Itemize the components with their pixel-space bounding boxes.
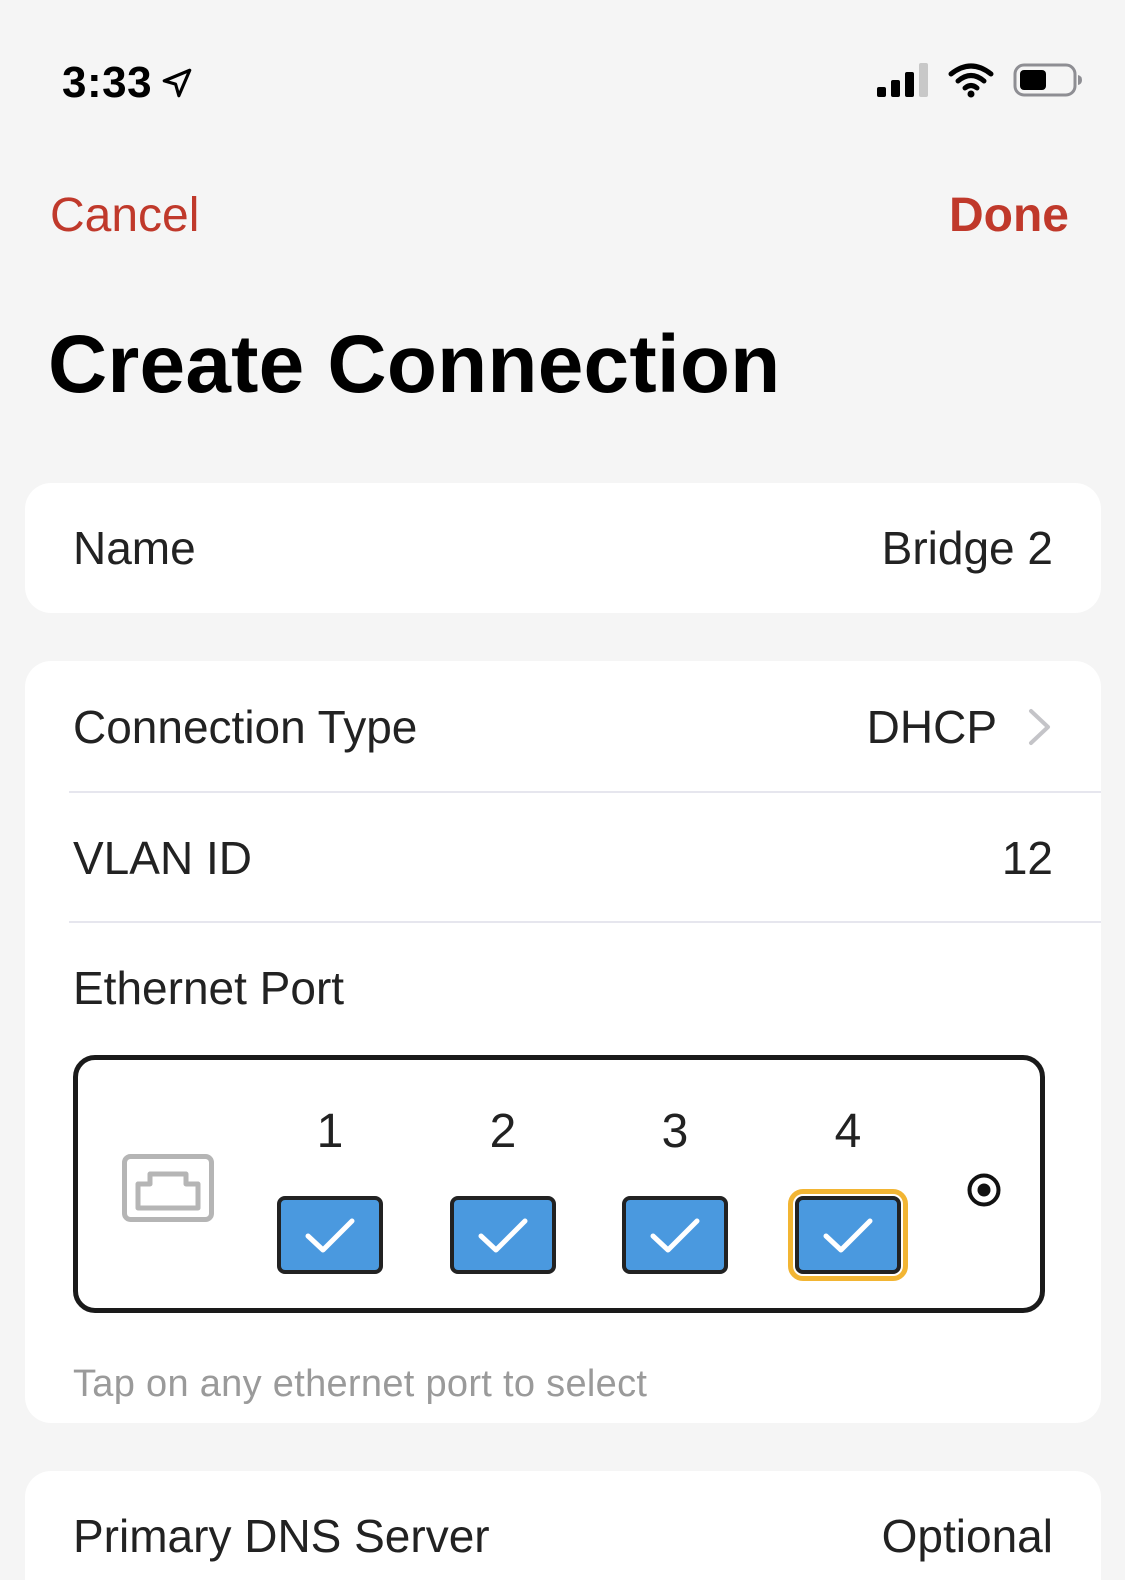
page-title: Create Connection (48, 319, 781, 410)
checkmark-icon (305, 1218, 355, 1253)
battery-icon (1013, 63, 1082, 97)
port-3-checkbox[interactable] (622, 1196, 728, 1274)
ethernet-port-row: Ethernet Port (25, 923, 1101, 1053)
port-4-label: 4 (834, 1105, 862, 1158)
ethernet-port-selector: 1 2 3 4 (73, 1055, 1045, 1313)
location-arrow-icon (162, 68, 192, 98)
connection-type-label: Connection Type (73, 701, 418, 753)
port-1-checkbox[interactable] (277, 1196, 383, 1274)
primary-dns-field[interactable]: Optional (882, 1509, 1053, 1563)
radio-target-icon (967, 1173, 1001, 1207)
name-row[interactable]: Name Bridge 2 (25, 483, 1101, 613)
primary-dns-row[interactable]: Primary DNS Server Optional (25, 1471, 1101, 1580)
connection-type-value: DHCP (866, 701, 997, 753)
vlan-id-value[interactable]: 12 (1002, 831, 1053, 885)
create-connection-screen: 3:33 Cancel Done Create Connection Name … (0, 0, 1125, 1580)
cancel-button[interactable]: Cancel (50, 188, 199, 243)
ethernet-port-hint: Tap on any ethernet port to select (73, 1363, 648, 1405)
status-time: 3:33 (62, 58, 194, 108)
port-4-checkbox[interactable] (788, 1189, 908, 1281)
done-button[interactable]: Done (949, 188, 1069, 243)
connection-type-row[interactable]: Connection Type DHCP (25, 661, 1101, 793)
chevron-right-icon (1029, 709, 1050, 745)
connection-details-card: Connection Type DHCP VLAN ID 12 Ethernet… (25, 661, 1101, 1423)
dns-card: Primary DNS Server Optional (25, 1471, 1101, 1580)
name-label: Name (73, 522, 196, 574)
port-2-label: 2 (489, 1105, 517, 1158)
status-time-text: 3:33 (62, 58, 153, 107)
cellular-signal-icon (877, 63, 928, 97)
port-3-label: 3 (661, 1105, 689, 1158)
port-2-checkbox[interactable] (450, 1196, 556, 1274)
primary-dns-label: Primary DNS Server (73, 1510, 490, 1562)
wifi-icon (948, 63, 994, 98)
vlan-id-label: VLAN ID (73, 832, 252, 884)
ethernet-jack-icon (122, 1154, 214, 1222)
checkmark-icon (478, 1218, 528, 1253)
checkmark-icon (823, 1218, 873, 1253)
connection-type-value-group: DHCP (867, 700, 1053, 754)
vlan-id-row[interactable]: VLAN ID 12 (25, 793, 1101, 923)
name-value[interactable]: Bridge 2 (882, 521, 1053, 575)
checkmark-icon (650, 1218, 700, 1253)
ethernet-port-label: Ethernet Port (73, 962, 345, 1014)
status-icons (877, 62, 1083, 98)
port-1-label: 1 (316, 1105, 344, 1158)
name-card: Name Bridge 2 (25, 483, 1101, 613)
